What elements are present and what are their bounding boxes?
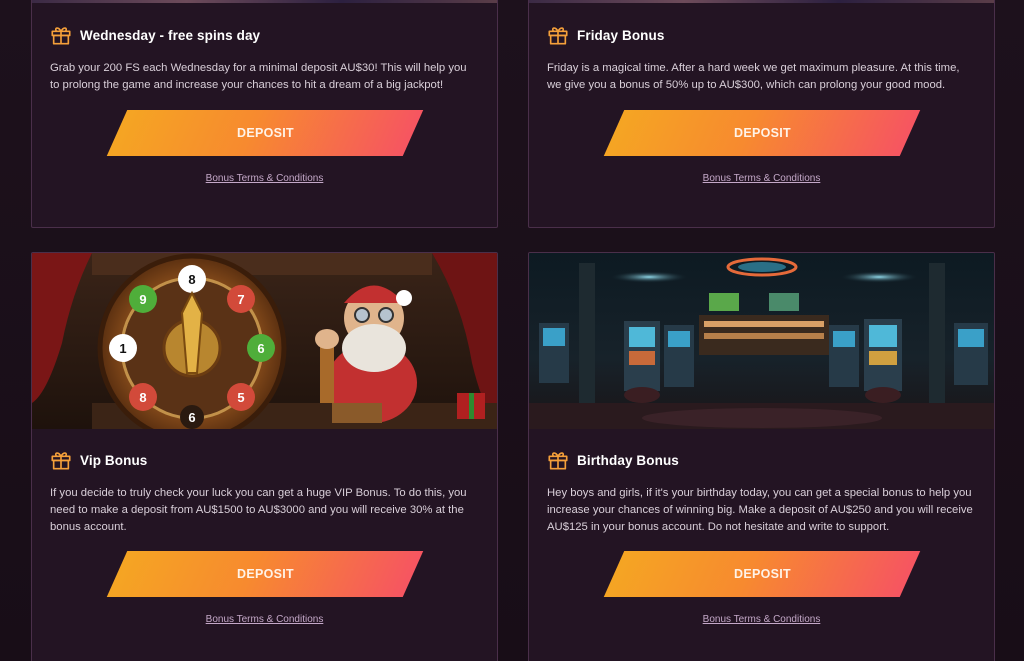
deposit-button[interactable]: DEPOSIT — [603, 551, 920, 597]
bonus-terms-link[interactable]: Bonus Terms & Conditions — [50, 173, 479, 184]
svg-text:8: 8 — [139, 390, 146, 405]
deposit-button-label: DEPOSIT — [236, 567, 293, 581]
card-title-row: Friday Bonus — [547, 23, 976, 47]
bonus-terms-link[interactable]: Bonus Terms & Conditions — [50, 614, 479, 625]
gift-icon — [51, 27, 71, 45]
card-description: If you decide to truly check your luck y… — [50, 487, 467, 533]
gift-icon — [548, 27, 568, 45]
svg-text:9: 9 — [139, 292, 146, 307]
deposit-button[interactable]: DEPOSIT — [106, 551, 423, 597]
deposit-button-label: DEPOSIT — [236, 126, 293, 140]
deposit-button[interactable]: DEPOSIT — [603, 110, 920, 156]
deposit-button-label: DEPOSIT — [733, 567, 790, 581]
card-title: Friday Bonus — [577, 27, 665, 43]
deposit-button[interactable]: DEPOSIT — [106, 110, 423, 156]
gift-icon — [548, 452, 568, 470]
card-title-row: Vip Bonus — [50, 448, 479, 472]
svg-text:7: 7 — [237, 292, 244, 307]
svg-text:6: 6 — [188, 410, 195, 425]
deposit-button-label: DEPOSIT — [733, 126, 790, 140]
promo-card-vip: 8 7 6 5 9 1 8 6 Vip Bonus If you decide … — [31, 252, 498, 661]
card-description: Hey boys and girls, if it's your birthda… — [547, 487, 973, 533]
svg-text:5: 5 — [237, 390, 244, 405]
card-title: Birthday Bonus — [577, 452, 679, 468]
card-title: Vip Bonus — [80, 452, 148, 468]
svg-text:6: 6 — [257, 341, 264, 356]
card-title: Wednesday - free spins day — [80, 27, 261, 43]
card-description: Friday is a magical time. After a hard w… — [547, 62, 960, 91]
promotions-page: Wednesday - free spins day Grab your 200… — [0, 0, 1024, 661]
gift-icon — [51, 452, 71, 470]
vip-banner-image: 8 7 6 5 9 1 8 6 — [32, 253, 497, 429]
bonus-terms-link[interactable]: Bonus Terms & Conditions — [547, 173, 976, 184]
svg-text:1: 1 — [119, 341, 126, 356]
promo-card-wednesday: Wednesday - free spins day Grab your 200… — [31, 0, 498, 228]
card-title-row: Birthday Bonus — [547, 448, 976, 472]
promo-card-birthday: Birthday Bonus Hey boys and girls, if it… — [528, 252, 995, 661]
promo-card-friday: Friday Bonus Friday is a magical time. A… — [528, 0, 995, 228]
casino-floor-banner-image — [529, 253, 994, 429]
card-description: Grab your 200 FS each Wednesday for a mi… — [50, 62, 467, 91]
bonus-terms-link[interactable]: Bonus Terms & Conditions — [547, 614, 976, 625]
svg-text:8: 8 — [188, 272, 195, 287]
card-title-row: Wednesday - free spins day — [50, 23, 479, 47]
